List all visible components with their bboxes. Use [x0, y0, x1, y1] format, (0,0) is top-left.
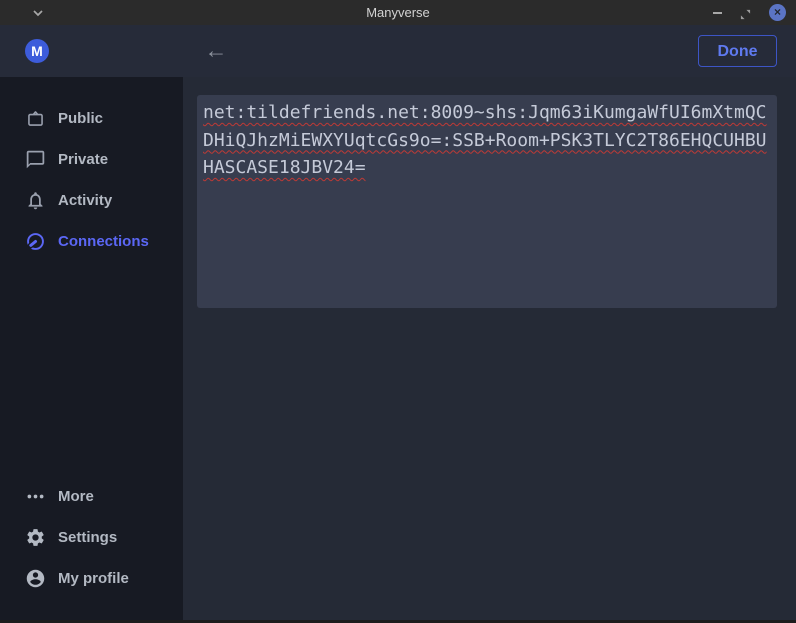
bell-icon	[25, 190, 46, 211]
sidebar: Public Private Activity	[0, 77, 183, 620]
sidebar-item-my-profile[interactable]: My profile	[0, 563, 183, 593]
window-title: Manyverse	[0, 0, 796, 25]
done-button[interactable]: Done	[698, 35, 777, 67]
app-header: M ← Done	[0, 25, 796, 77]
invite-code-text: net:tildefriends.net:8009~shs:Jqm63iKumg…	[203, 99, 769, 182]
sidebar-item-label: Private	[58, 151, 108, 168]
sidebar-item-label: Settings	[58, 529, 117, 546]
sidebar-item-connections[interactable]: Connections	[0, 226, 183, 256]
sidebar-item-activity[interactable]: Activity	[0, 185, 183, 215]
sidebar-nav: Public Private Activity	[0, 103, 183, 267]
minimize-icon[interactable]	[713, 12, 722, 14]
gauge-icon	[25, 231, 46, 252]
window-controls: ×	[713, 0, 786, 25]
main-content: net:tildefriends.net:8009~shs:Jqm63iKumg…	[183, 77, 796, 620]
gear-icon	[25, 527, 46, 548]
close-icon[interactable]: ×	[769, 4, 786, 21]
account-circle-icon	[25, 568, 46, 589]
sidebar-item-label: My profile	[58, 570, 129, 587]
sidebar-item-label: Activity	[58, 192, 112, 209]
sidebar-footer-nav: More Settings My profile	[0, 481, 183, 604]
sidebar-item-more[interactable]: More	[0, 481, 183, 511]
restore-icon[interactable]	[740, 7, 751, 18]
manyverse-logo: M	[25, 39, 49, 63]
back-arrow-icon[interactable]: ←	[201, 35, 231, 65]
ellipsis-icon	[25, 486, 46, 507]
sidebar-item-settings[interactable]: Settings	[0, 522, 183, 552]
sidebar-item-label: More	[58, 488, 94, 505]
sidebar-item-public[interactable]: Public	[0, 103, 183, 133]
sidebar-item-label: Public	[58, 110, 103, 127]
titlebar: Manyverse ×	[0, 0, 796, 25]
sidebar-item-label: Connections	[58, 233, 149, 250]
speech-bubble-icon	[25, 149, 46, 170]
board-icon	[25, 108, 46, 129]
app-window: Manyverse × M ← Done	[0, 0, 796, 623]
invite-code-input[interactable]: net:tildefriends.net:8009~shs:Jqm63iKumg…	[197, 95, 777, 308]
sidebar-item-private[interactable]: Private	[0, 144, 183, 174]
